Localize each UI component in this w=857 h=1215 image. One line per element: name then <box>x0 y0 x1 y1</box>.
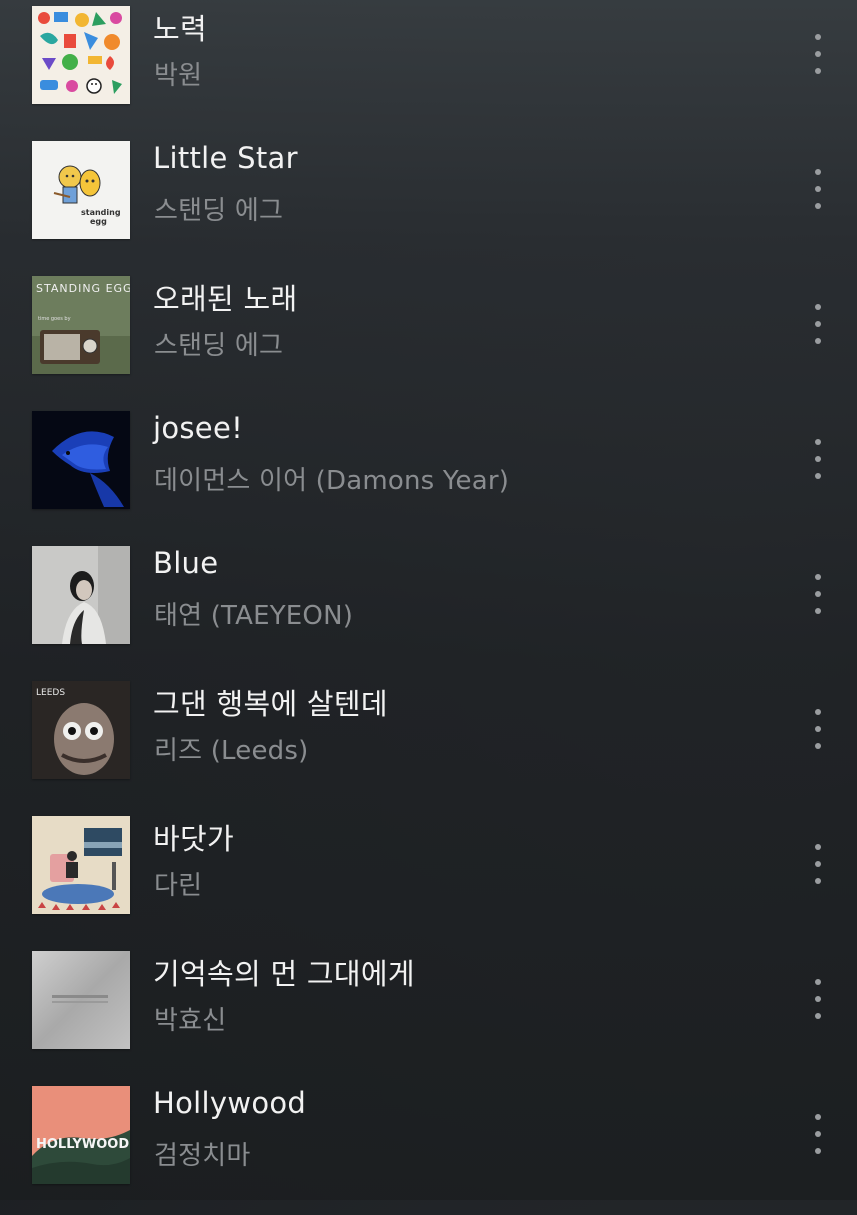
track-row[interactable]: HOLLYWOOD Hollywood 검정치마 <box>0 1080 857 1215</box>
album-cover[interactable] <box>32 546 130 644</box>
track-artist: 태연 (TAEYEON) <box>154 601 354 631</box>
dot <box>815 574 821 580</box>
dot <box>815 34 821 40</box>
dot <box>815 726 821 732</box>
album-art-colorful-doodles <box>32 6 130 104</box>
dot <box>815 338 821 344</box>
dot <box>815 1114 821 1120</box>
album-cover[interactable]: LEEDS <box>32 681 130 779</box>
track-artist: 데이먼스 이어 (Damons Year) <box>154 466 510 496</box>
dot <box>815 591 821 597</box>
album-art-standing-egg-radio: STANDING EGG time goes by <box>32 276 130 374</box>
dot <box>815 844 821 850</box>
dot <box>815 878 821 884</box>
album-art-taeyeon-portrait <box>32 546 130 644</box>
album-cover[interactable] <box>32 816 130 914</box>
track-artist: 박원 <box>154 61 203 91</box>
dot <box>815 456 821 462</box>
cover-text: STANDING EGG <box>36 282 130 295</box>
album-cover[interactable] <box>32 411 130 509</box>
dot <box>815 68 821 74</box>
more-options-icon[interactable] <box>806 709 830 749</box>
cover-subtext: time goes by <box>38 316 71 322</box>
track-title: Hollywood <box>153 1086 307 1120</box>
dot <box>815 169 821 175</box>
album-art-standing-egg-cartoon: standing egg <box>32 141 130 239</box>
track-title: 그댄 행복에 살텐데 <box>153 687 388 721</box>
album-art-brushed-metal <box>32 951 130 1049</box>
dot <box>815 304 821 310</box>
dot <box>815 1013 821 1019</box>
dot <box>815 51 821 57</box>
album-cover[interactable]: HOLLYWOOD <box>32 1086 130 1184</box>
track-artist: 스탠딩 에그 <box>154 331 284 361</box>
more-options-icon[interactable] <box>806 304 830 344</box>
album-cover[interactable]: STANDING EGG time goes by <box>32 276 130 374</box>
dot <box>815 439 821 445</box>
album-art-hollywood-sign: HOLLYWOOD <box>32 1086 130 1184</box>
track-row[interactable]: 노력 박원 <box>0 0 857 135</box>
track-row[interactable]: STANDING EGG time goes by 오래된 노래 스탠딩 에그 <box>0 270 857 405</box>
album-cover[interactable] <box>32 6 130 104</box>
dot <box>815 608 821 614</box>
track-title: 오래된 노래 <box>153 282 298 316</box>
dot <box>815 861 821 867</box>
track-title: 노력 <box>153 12 207 46</box>
cover-text: HOLLYWOOD <box>36 1137 129 1152</box>
more-options-icon[interactable] <box>806 34 830 74</box>
track-row[interactable]: Blue 태연 (TAEYEON) <box>0 540 857 675</box>
dot <box>815 186 821 192</box>
dot <box>815 996 821 1002</box>
dot <box>815 1131 821 1137</box>
more-options-icon[interactable] <box>806 574 830 614</box>
album-art-darin-illustration <box>32 816 130 914</box>
track-title: Blue <box>153 546 219 580</box>
cover-text: LEEDS <box>36 688 65 698</box>
track-artist: 리즈 (Leeds) <box>154 736 309 766</box>
track-title: josee! <box>153 411 244 445</box>
album-art-leeds-face: LEEDS <box>32 681 130 779</box>
track-row[interactable]: josee! 데이먼스 이어 (Damons Year) <box>0 405 857 540</box>
track-title: 기억속의 먼 그대에게 <box>153 957 415 991</box>
dot <box>815 709 821 715</box>
more-options-icon[interactable] <box>806 439 830 479</box>
track-title: 바닷가 <box>153 822 234 856</box>
track-artist: 스탠딩 에그 <box>154 196 284 226</box>
track-artist: 박효신 <box>154 1006 227 1036</box>
track-list: 노력 박원 standing egg Little Star 스탠딩 에그 ST… <box>0 0 857 1200</box>
album-art-blue-fish <box>32 411 130 509</box>
svg-text:egg: egg <box>90 217 107 226</box>
dot <box>815 743 821 749</box>
track-row[interactable]: 바닷가 다린 <box>0 810 857 945</box>
track-row[interactable]: 기억속의 먼 그대에게 박효신 <box>0 945 857 1080</box>
svg-text:standing: standing <box>81 208 121 217</box>
track-artist: 다린 <box>154 871 203 901</box>
more-options-icon[interactable] <box>806 169 830 209</box>
track-row[interactable]: standing egg Little Star 스탠딩 에그 <box>0 135 857 270</box>
dot <box>815 1148 821 1154</box>
dot <box>815 321 821 327</box>
album-cover[interactable] <box>32 951 130 1049</box>
more-options-icon[interactable] <box>806 844 830 884</box>
track-row[interactable]: LEEDS 그댄 행복에 살텐데 리즈 (Leeds) <box>0 675 857 810</box>
dot <box>815 473 821 479</box>
more-options-icon[interactable] <box>806 979 830 1019</box>
more-options-icon[interactable] <box>806 1114 830 1154</box>
album-cover[interactable]: standing egg <box>32 141 130 239</box>
dot <box>815 979 821 985</box>
track-artist: 검정치마 <box>154 1141 251 1171</box>
dot <box>815 203 821 209</box>
track-title: Little Star <box>153 141 298 175</box>
